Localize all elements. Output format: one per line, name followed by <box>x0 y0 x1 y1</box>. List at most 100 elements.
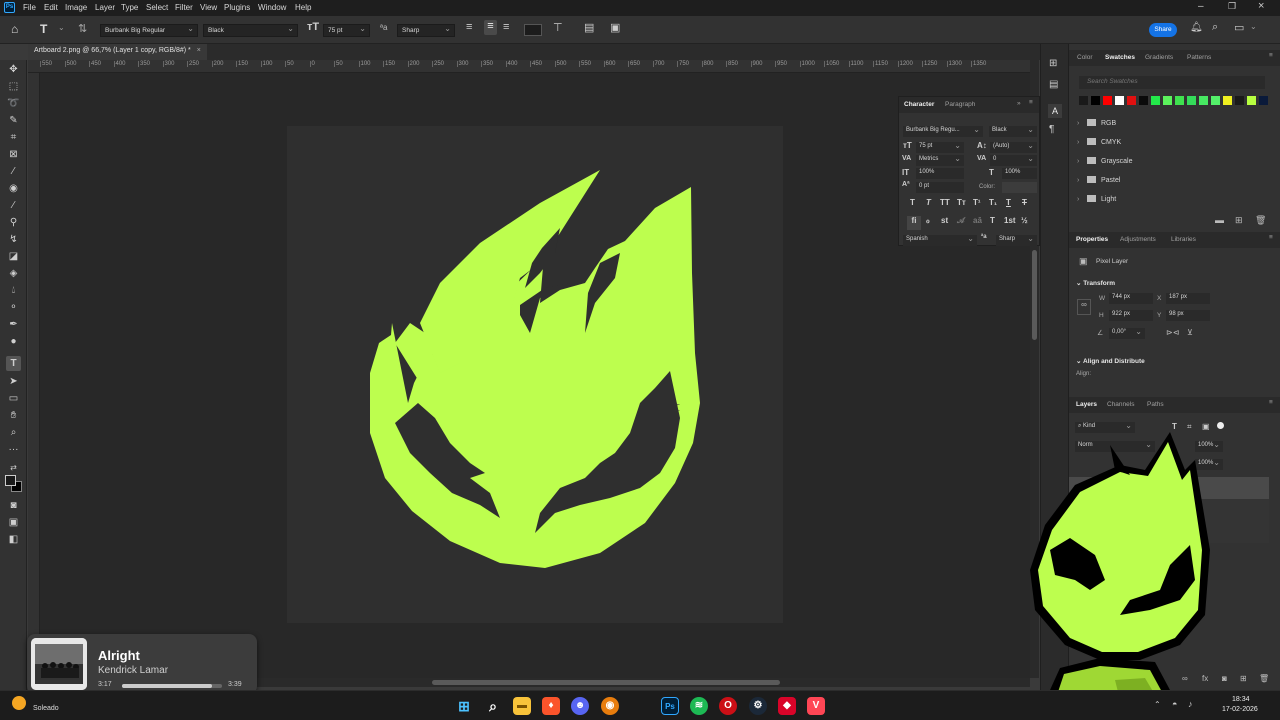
brush-tool-icon[interactable]: ∕ <box>6 198 21 213</box>
new-group-icon[interactable]: ▬ <box>1215 215 1224 225</box>
move-tool-icon[interactable]: ✥ <box>6 62 21 77</box>
menu-filter[interactable]: Filter <box>175 3 193 12</box>
menu-image[interactable]: Image <box>65 3 87 12</box>
frame-tool-icon[interactable]: ⊠ <box>6 147 21 162</box>
faux-italic-icon[interactable]: T <box>926 198 931 207</box>
menu-file[interactable]: File <box>23 3 36 12</box>
tab-paths[interactable]: Paths <box>1147 401 1164 408</box>
document-tab[interactable]: Artboard 2.png @ 66,7% (Layer 1 copy, RG… <box>28 44 207 60</box>
menu-plugins[interactable]: Plugins <box>224 3 250 12</box>
discretionary-ligature-icon[interactable]: ℴ <box>926 216 930 225</box>
pen-tool-icon[interactable]: ✒ <box>6 317 21 332</box>
dodge-tool-icon[interactable]: ⚬ <box>6 300 21 315</box>
char-kerning[interactable]: Metrics <box>916 155 964 166</box>
h-field[interactable]: 922 px <box>1109 310 1153 321</box>
underline-icon[interactable]: T <box>1006 198 1011 207</box>
flip-horizontal-icon[interactable]: ⊳⊲ <box>1166 328 1179 337</box>
blender-icon[interactable]: ◉ <box>601 697 619 715</box>
progress-track[interactable] <box>122 684 222 688</box>
menu-view[interactable]: View <box>200 3 217 12</box>
search-icon[interactable]: ⌕ <box>484 697 502 715</box>
more-tools-icon[interactable]: ··· <box>6 442 21 457</box>
network-icon[interactable]: ◓ <box>1172 699 1177 709</box>
home-icon[interactable]: ⌂ <box>11 22 18 36</box>
swatch[interactable] <box>1199 96 1208 105</box>
foreground-color-swatch[interactable] <box>5 475 16 486</box>
char-font-style[interactable]: Black <box>989 126 1037 137</box>
char-hscale[interactable]: 100% <box>1002 168 1037 179</box>
swatch[interactable] <box>1115 96 1124 105</box>
chevron-down-icon[interactable]: ⌄ <box>58 23 65 32</box>
clock-date[interactable]: 17-02-2026 <box>1222 706 1258 713</box>
warp-text-icon[interactable]: ⊤ <box>553 21 563 34</box>
swatch-group-light[interactable]: › Light <box>1077 195 1116 203</box>
link-icon[interactable]: ∞ <box>1077 299 1091 315</box>
menu-help[interactable]: Help <box>295 3 311 12</box>
swatch[interactable] <box>1163 96 1172 105</box>
tab-adjustments[interactable]: Adjustments <box>1120 236 1156 243</box>
x-field[interactable]: 187 px <box>1166 293 1210 304</box>
swatch-group-rgb[interactable]: › RGB <box>1077 119 1116 127</box>
swatch-search-input[interactable]: Search Swatches <box>1079 76 1265 89</box>
tab-color[interactable]: Color <box>1077 54 1093 61</box>
fraction-half-icon[interactable]: ½ <box>1021 216 1028 225</box>
panel-menu-icon[interactable]: ≡ <box>1269 52 1273 59</box>
swatch[interactable] <box>1223 96 1232 105</box>
tab-character[interactable]: Character <box>904 101 934 108</box>
swap-colors-icon[interactable]: ⇄ <box>6 460 21 475</box>
vertical-scroll-thumb[interactable] <box>1032 250 1037 340</box>
stamp-tool-icon[interactable]: ⚲ <box>6 215 21 230</box>
lasso-tool-icon[interactable]: ➰ <box>6 96 21 111</box>
swash-icon[interactable]: 𝒜 <box>957 216 965 226</box>
workspace-chevron-icon[interactable]: ⌄ <box>1250 22 1257 31</box>
swatch[interactable] <box>1187 96 1196 105</box>
artboard-icon[interactable]: ◧ <box>6 532 21 547</box>
w-field[interactable]: 744 px <box>1109 293 1153 304</box>
tab-properties[interactable]: Properties <box>1076 236 1108 243</box>
fractions-icon[interactable]: 1st <box>1004 216 1016 225</box>
volume-icon[interactable]: ♪ <box>1188 699 1193 709</box>
toggle-panels-icon[interactable]: ▤ <box>584 21 594 34</box>
char-language[interactable]: Spanish <box>903 235 977 246</box>
all-caps-icon[interactable]: TT <box>940 198 950 207</box>
clock-time[interactable]: 18:34 <box>1232 696 1250 703</box>
menu-select[interactable]: Select <box>146 3 168 12</box>
swatch[interactable] <box>1139 96 1148 105</box>
faux-bold-icon[interactable]: T <box>910 198 915 207</box>
font-size-select[interactable]: 75 pt <box>323 24 370 37</box>
libraries-panel-icon[interactable]: ⊞ <box>1049 58 1057 69</box>
object-select-tool-icon[interactable]: ✎ <box>6 113 21 128</box>
type-tool-preset-icon[interactable]: T <box>40 22 47 36</box>
windows-start-icon[interactable]: ⊞ <box>455 697 473 715</box>
minimize-icon[interactable]: – <box>1198 1 1204 12</box>
character-panel-icon[interactable]: A <box>1048 104 1062 118</box>
rectangle-tool-icon[interactable]: ▭ <box>6 391 21 406</box>
ligatures-icon[interactable]: fi <box>907 216 921 230</box>
swatch[interactable] <box>1235 96 1244 105</box>
tray-chevron-icon[interactable]: ⌃ <box>1154 700 1161 709</box>
strikethrough-icon[interactable]: T <box>1022 198 1027 207</box>
paragraph-panel-icon[interactable]: ¶ <box>1049 124 1054 135</box>
swatch[interactable] <box>1259 96 1268 105</box>
tab-libraries[interactable]: Libraries <box>1171 236 1196 243</box>
swatch[interactable] <box>1079 96 1088 105</box>
panel-menu-icon[interactable]: ≡ <box>1269 399 1273 406</box>
delete-swatch-icon[interactable]: 🗑︎ <box>1255 215 1266 226</box>
eyedropper-tool-icon[interactable]: ⁄ <box>6 164 21 179</box>
font-family-select[interactable]: Burbank Big Regular <box>100 24 198 37</box>
workspace-icon[interactable]: ▭ <box>1234 21 1244 34</box>
weather-icon[interactable] <box>12 696 26 710</box>
menu-type[interactable]: Type <box>121 3 138 12</box>
filter-toggle-icon[interactable] <box>1217 422 1224 429</box>
tab-paragraph[interactable]: Paragraph <box>945 101 975 108</box>
panel-menu-icon[interactable]: ≡ <box>1269 234 1273 241</box>
align-right-icon[interactable]: ≡ <box>503 21 509 33</box>
swatch[interactable] <box>1247 96 1256 105</box>
swatch[interactable] <box>1151 96 1160 105</box>
align-center-icon[interactable]: ≡ <box>484 20 497 35</box>
type-tool-icon[interactable]: T <box>6 356 21 371</box>
swatch[interactable] <box>1175 96 1184 105</box>
char-vscale[interactable]: 100% <box>916 168 964 179</box>
marquee-tool-icon[interactable]: ⬚ <box>6 79 21 94</box>
hand-tool-icon[interactable]: ✋︎ <box>6 408 21 423</box>
